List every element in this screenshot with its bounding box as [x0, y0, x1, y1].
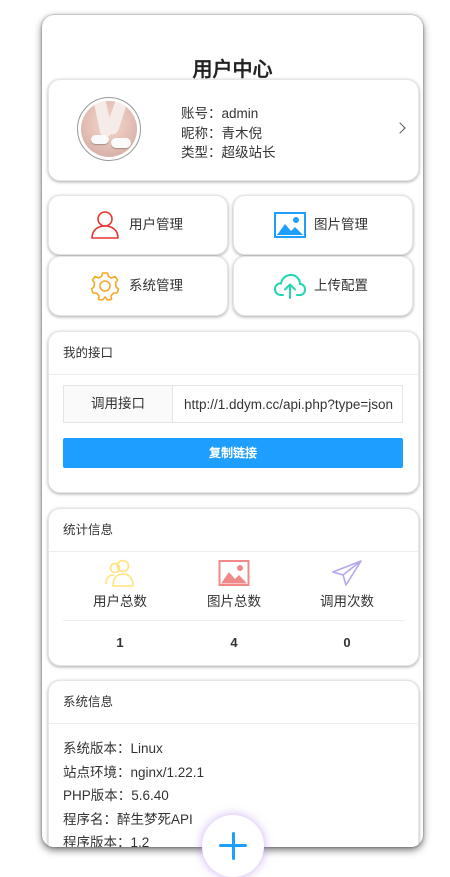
nickname-text: 昵称：青木倪 — [181, 125, 262, 141]
system-info-line: 系统版本：Linux — [63, 741, 163, 756]
users-icon — [105, 559, 134, 587]
stat-value-users: 1 — [116, 635, 124, 650]
api-card: 我的接口 调用接口 复制链接 — [48, 331, 419, 493]
image-icon — [218, 560, 250, 586]
divider — [63, 620, 404, 621]
app-window: 用户中心 账号：admin 昵称：青木倪 类型：超级站长 用户管理 图片管理 系… — [42, 15, 423, 847]
stat-images: 图片总数 — [179, 559, 289, 610]
stat-calls: 调用次数 — [292, 559, 402, 610]
section-title: 我的接口 — [63, 346, 114, 360]
menu-label: 上传配置 — [314, 278, 368, 293]
image-icon — [274, 212, 306, 238]
api-url-input[interactable] — [173, 386, 402, 422]
paper-plane-icon — [332, 560, 362, 586]
divider — [49, 551, 418, 552]
stat-label: 用户总数 — [93, 594, 147, 609]
user-management-button[interactable]: 用户管理 — [48, 195, 228, 255]
stat-users: 用户总数 — [65, 559, 175, 610]
section-title: 系统信息 — [63, 695, 114, 709]
system-info-line: PHP版本：5.6.40 — [63, 788, 169, 803]
stat-value-calls: 0 — [343, 635, 351, 650]
stat-value-images: 4 — [230, 635, 238, 650]
profile-info: 账号：admin 昵称：青木倪 类型：超级站长 — [181, 104, 276, 163]
add-button[interactable] — [202, 815, 264, 877]
stat-label: 图片总数 — [207, 594, 261, 609]
copy-link-button[interactable]: 复制链接 — [63, 438, 403, 468]
stat-label: 调用次数 — [320, 594, 374, 609]
profile-card[interactable]: 账号：admin 昵称：青木倪 类型：超级站长 — [48, 79, 419, 181]
menu-label: 用户管理 — [129, 217, 183, 232]
api-label: 调用接口 — [64, 386, 173, 422]
menu-label: 系统管理 — [129, 278, 183, 293]
system-info-line: 程序名：醉生梦死API — [63, 811, 193, 827]
system-info-list: 系统版本：Linux 站点环境：nginx/1.22.1 PHP版本：5.6.4… — [63, 737, 204, 847]
gear-icon — [90, 272, 120, 301]
section-title: 统计信息 — [63, 523, 114, 537]
cloud-upload-icon — [274, 273, 306, 299]
page-title: 用户中心 — [192, 59, 273, 81]
account-text: 账号：admin — [181, 106, 259, 121]
avatar — [77, 97, 141, 161]
divider — [49, 723, 418, 724]
stats-card: 统计信息 用户总数 图片总数 调用次数 1 4 0 — [48, 508, 419, 666]
system-info-line: 站点环境：nginx/1.22.1 — [63, 764, 205, 780]
api-url-row: 调用接口 — [63, 385, 403, 423]
divider — [49, 374, 418, 375]
menu-label: 图片管理 — [314, 217, 368, 232]
system-management-button[interactable]: 系统管理 — [48, 256, 228, 316]
image-management-button[interactable]: 图片管理 — [233, 195, 413, 255]
chevron-right-icon — [394, 122, 406, 134]
system-info-line: 程序版本：1.2 — [63, 835, 150, 847]
user-type-text: 类型：超级站长 — [181, 145, 276, 160]
upload-config-button[interactable]: 上传配置 — [233, 256, 413, 316]
user-icon — [91, 211, 119, 239]
